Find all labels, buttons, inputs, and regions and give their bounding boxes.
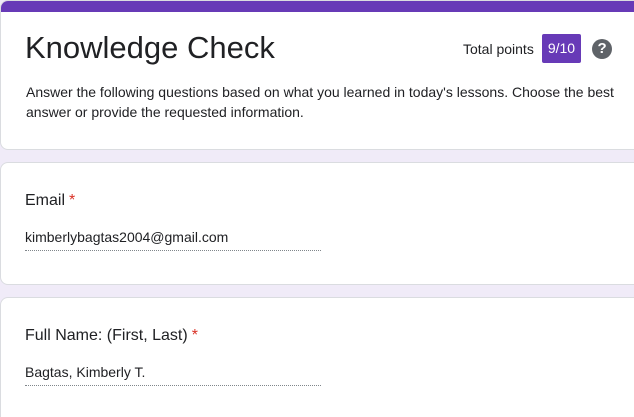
required-asterisk: *	[191, 327, 198, 344]
required-asterisk: *	[69, 192, 76, 209]
points-area: Total points 9/10 ?	[463, 34, 613, 63]
header-accent-bar	[1, 1, 634, 12]
question-title: Email *	[25, 190, 75, 212]
form-title: Knowledge Check	[25, 30, 275, 65]
form-header-card: Knowledge Check Total points 9/10 ? Answ…	[0, 0, 634, 150]
email-answer: kimberlybagtas2004@gmail.com	[25, 227, 321, 251]
form-page: Knowledge Check Total points 9/10 ? Answ…	[0, 0, 634, 417]
total-points-label: Total points	[463, 40, 534, 57]
help-icon[interactable]: ?	[592, 38, 613, 59]
points-badge: 9/10	[541, 34, 582, 63]
question-label: Full Name: (First, Last)	[25, 327, 188, 344]
question-card-email: Email * kimberlybagtas2004@gmail.com	[0, 162, 634, 285]
question-label: Email	[25, 192, 66, 209]
full-name-answer: Bagtas, Kimberly T.	[25, 362, 321, 386]
question-card-full-name: Full Name: (First, Last) * Bagtas, Kimber…	[0, 297, 634, 417]
form-description: Answer the following questions based on …	[26, 84, 614, 120]
question-title: Full Name: (First, Last) *	[25, 325, 198, 347]
